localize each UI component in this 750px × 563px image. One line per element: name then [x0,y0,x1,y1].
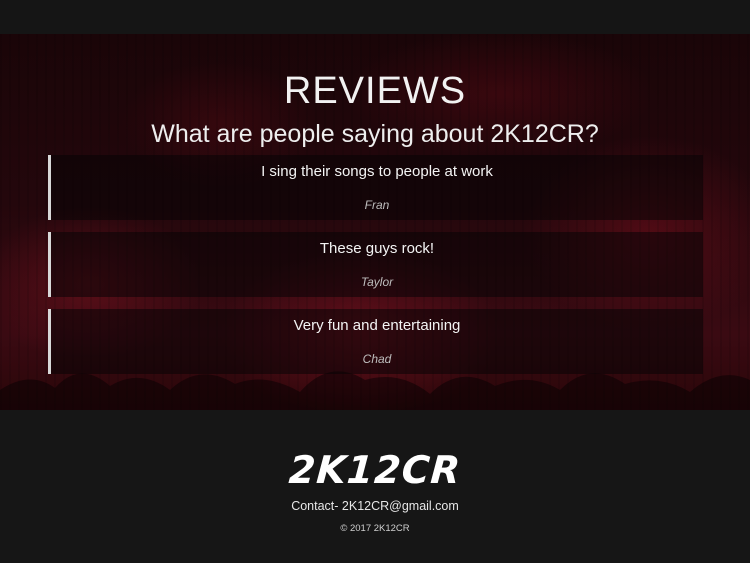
review-card: Very fun and entertaining Chad [48,309,703,374]
review-quote: Very fun and entertaining [293,317,461,334]
review-quote: These guys rock! [319,240,435,257]
site-footer: 2K12CR Contact- 2K12CR@gmail.com © 2017 … [0,410,750,563]
copyright-text: © 2017 2K12CR [340,523,410,534]
review-author: Fran [364,198,390,212]
review-author: Chad [362,352,392,366]
review-author: Taylor [360,275,394,289]
review-quote: I sing their songs to people at work [261,163,493,180]
reviews-section: REVIEWS What are people saying about 2K1… [0,34,750,410]
band-logo[interactable]: 2K12CR [0,448,750,492]
top-bar [0,0,750,34]
review-card: These guys rock! Taylor [48,232,703,297]
review-card: I sing their songs to people at work Fra… [48,155,703,220]
contact-email[interactable]: Contact- 2K12CR@gmail.com [0,499,750,513]
section-heading: REVIEWS [283,70,467,112]
section-subheading: What are people saying about 2K12CR? [151,120,599,148]
